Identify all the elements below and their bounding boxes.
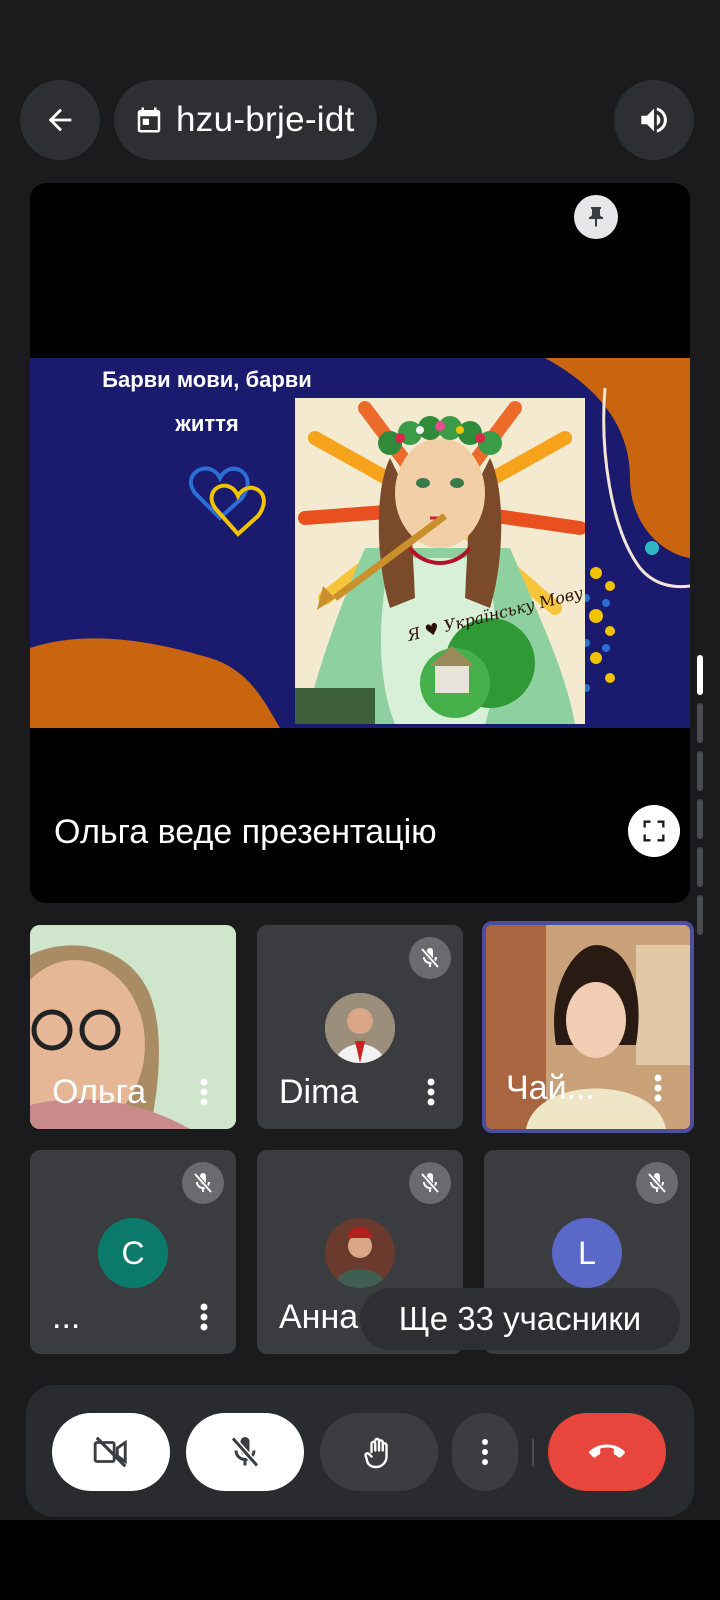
- muted-badge: [409, 937, 451, 979]
- hearts-icon: [188, 466, 266, 537]
- presentation-stage[interactable]: Барви мови, барви життя Я ♥ Українську М…: [30, 183, 690, 903]
- more-vert-icon: [427, 1078, 435, 1106]
- leave-call-button[interactable]: [548, 1413, 666, 1491]
- mic-off-icon: [193, 1172, 213, 1194]
- participant-tile[interactable]: Dima: [257, 925, 463, 1129]
- call-controls: [26, 1385, 694, 1517]
- slide-painting: Я ♥ Українську Мову: [295, 398, 585, 724]
- system-nav-bar: [0, 1520, 720, 1600]
- avatar-initial: C: [121, 1234, 145, 1271]
- participant-avatar: C: [98, 1218, 168, 1288]
- meeting-code: hzu-brje-idt: [176, 100, 355, 139]
- mic-toggle-button[interactable]: [186, 1413, 304, 1491]
- back-button[interactable]: [20, 80, 100, 160]
- scroll-segment: [697, 799, 703, 839]
- participant-photo: [325, 993, 395, 1063]
- participant-tile[interactable]: C ...: [30, 1150, 236, 1354]
- meeting-info-button[interactable]: hzu-brje-idt: [114, 80, 377, 160]
- scroll-segment: [697, 751, 703, 791]
- participant-name: Чай...: [506, 1069, 595, 1107]
- participant-options-button[interactable]: [421, 1075, 441, 1109]
- speaker-icon: [641, 107, 667, 133]
- participant-name: Анна: [279, 1298, 359, 1336]
- more-participants-chip[interactable]: Ще 33 учасники: [360, 1288, 680, 1350]
- more-vert-icon: [482, 1439, 488, 1465]
- participant-name: Ольга: [52, 1073, 147, 1111]
- scroll-segment: [697, 703, 703, 743]
- controls-divider: [532, 1439, 534, 1467]
- participant-tile[interactable]: Ольга: [30, 925, 236, 1129]
- avatar-initial: L: [578, 1234, 596, 1271]
- mic-off-icon: [420, 1172, 440, 1194]
- muted-badge: [409, 1162, 451, 1204]
- raise-hand-button[interactable]: [320, 1413, 438, 1491]
- scroll-segment: [697, 895, 703, 935]
- calendar-icon: [137, 107, 161, 133]
- end-call-icon: [589, 1444, 625, 1458]
- participant-photo: [325, 1218, 395, 1288]
- participant-options-button[interactable]: [194, 1300, 214, 1334]
- mic-off-icon: [647, 1172, 667, 1194]
- fullscreen-icon: [643, 820, 665, 842]
- more-vert-icon: [200, 1078, 208, 1106]
- fullscreen-button[interactable]: [628, 805, 680, 857]
- mic-off-icon: [230, 1436, 260, 1468]
- mic-off-icon: [420, 947, 440, 969]
- muted-badge: [636, 1162, 678, 1204]
- presenter-label: Ольга веде презентацію: [54, 813, 437, 851]
- hand-icon: [364, 1437, 388, 1469]
- scroll-segment: [697, 847, 703, 887]
- camera-off-icon: [93, 1436, 127, 1468]
- participant-name: Dima: [279, 1073, 359, 1111]
- pin-icon: [589, 207, 603, 227]
- participant-options-button[interactable]: [648, 1071, 668, 1105]
- participant-name: ...: [52, 1298, 81, 1336]
- more-vert-icon: [654, 1074, 662, 1102]
- back-arrow-icon: [48, 108, 72, 132]
- participant-options-button[interactable]: [194, 1075, 214, 1109]
- pin-button[interactable]: [574, 195, 618, 239]
- scroll-thumb[interactable]: [697, 655, 703, 695]
- participant-avatar: L: [552, 1218, 622, 1288]
- meet-screen: hzu-brje-idt Барви мови, барви життя Я ♥…: [0, 0, 720, 1520]
- audio-output-button[interactable]: [614, 80, 694, 160]
- participant-tile-speaking[interactable]: Чай...: [482, 921, 694, 1133]
- camera-toggle-button[interactable]: [52, 1413, 170, 1491]
- more-vert-icon: [200, 1303, 208, 1331]
- more-options-button[interactable]: [452, 1413, 518, 1491]
- muted-badge: [182, 1162, 224, 1204]
- presentation-slide: Барви мови, барви життя Я ♥ Українську М…: [30, 358, 690, 728]
